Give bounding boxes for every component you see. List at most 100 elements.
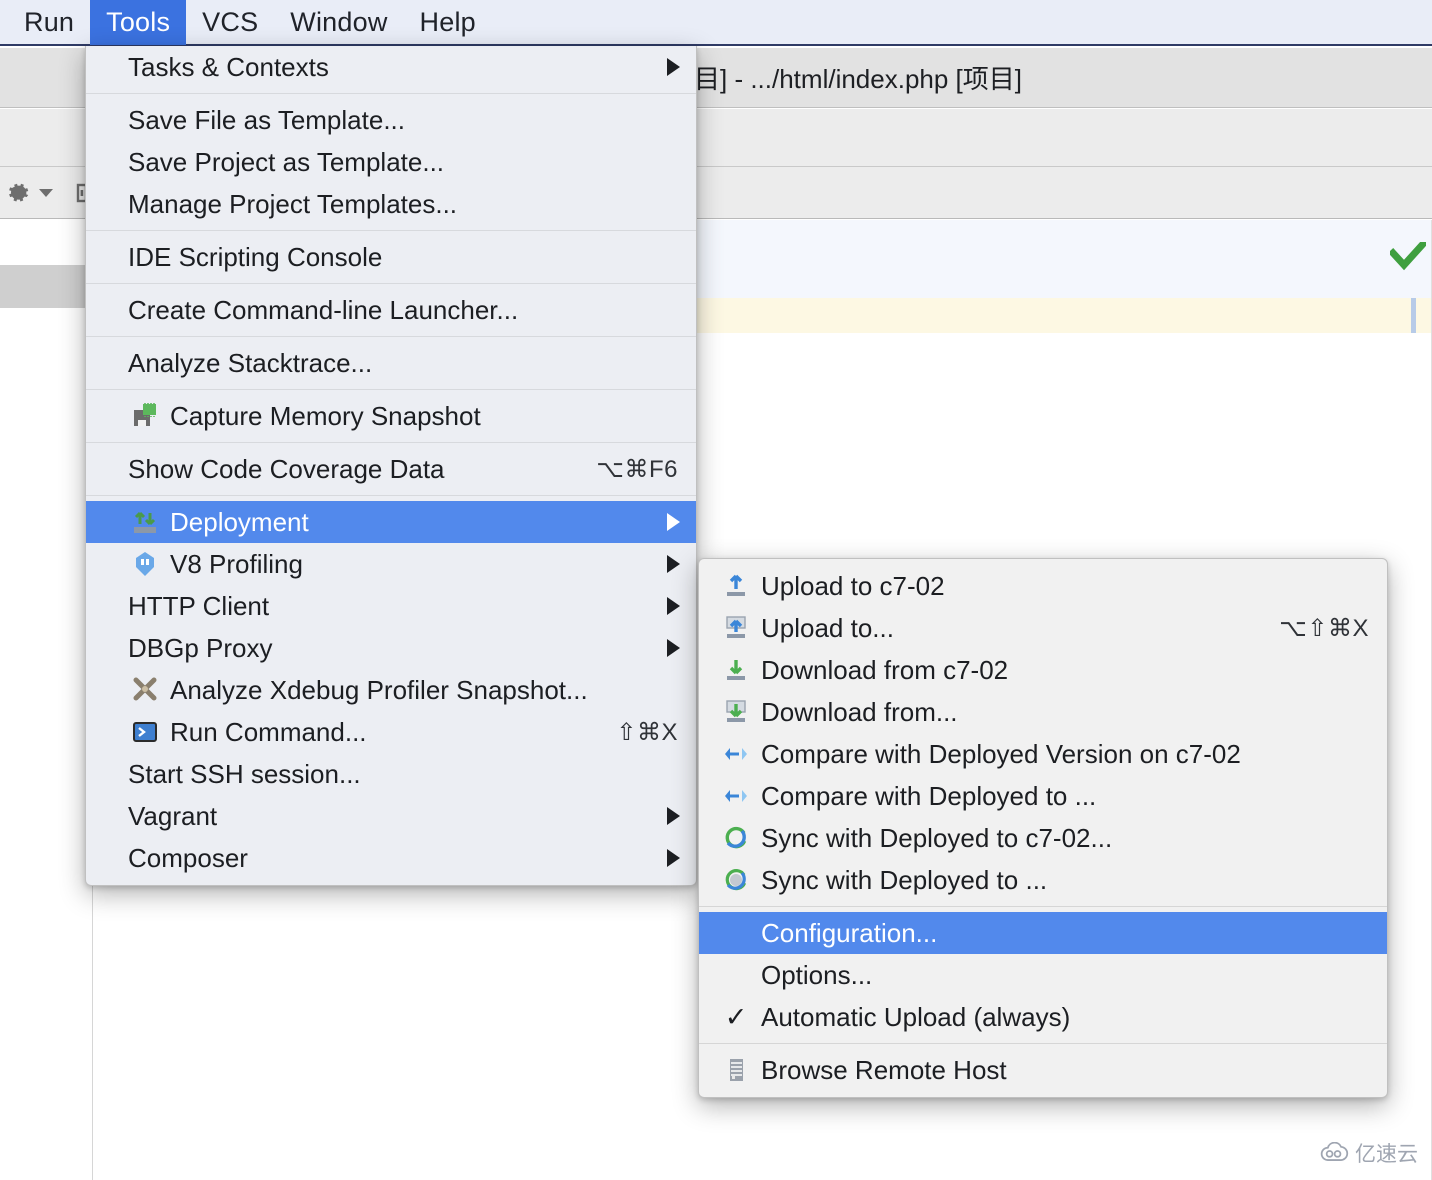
watermark: 亿速云 [1319, 1138, 1418, 1168]
menu-item-tasks-contexts[interactable]: Tasks & Contexts [86, 46, 696, 88]
menu-item-run-command[interactable]: Run Command... ⇧⌘X [86, 711, 696, 753]
menu-item-download-from-c7-02[interactable]: Download from c7-02 [699, 649, 1387, 691]
submenu-arrow-icon [667, 597, 680, 615]
icon-placeholder [719, 918, 753, 948]
menubar-item-vcs[interactable]: VCS [186, 0, 274, 45]
watermark-text: 亿速云 [1355, 1143, 1418, 1166]
menu-item-analyze-xdebug-profiler-snapshot[interactable]: Analyze Xdebug Profiler Snapshot... [86, 669, 696, 711]
menu-item-label: Deployment [170, 506, 309, 537]
compare-icon [719, 781, 753, 811]
menu-item-label: Save Project as Template... [128, 146, 445, 177]
menu-item-manage-project-templates[interactable]: Manage Project Templates... [86, 183, 696, 225]
menu-item-capture-memory-snapshot[interactable]: Capture Memory Snapshot [86, 395, 696, 437]
menu-item-save-file-as-template[interactable]: Save File as Template... [86, 99, 696, 141]
menu-item-automatic-upload-always[interactable]: ✓ Automatic Upload (always) [699, 996, 1387, 1038]
menu-item-label: Vagrant [128, 800, 218, 831]
upload-to-icon [719, 613, 753, 643]
compare-icon [719, 739, 753, 769]
menu-item-shortcut: ⌥⌘F6 [596, 455, 678, 483]
remote-host-icon [719, 1055, 753, 1085]
menubar-item-label: Window [290, 6, 388, 37]
gear-icon [9, 183, 29, 201]
submenu-arrow-icon [667, 639, 680, 657]
menu-item-save-project-as-template[interactable]: Save Project as Template... [86, 141, 696, 183]
gutter-selection-band [0, 265, 93, 308]
menu-item-v8-profiling[interactable]: V8 Profiling [86, 543, 696, 585]
sync-alt-icon [719, 865, 753, 895]
menubar-item-help[interactable]: Help [404, 0, 492, 45]
sync-icon [719, 823, 753, 853]
menu-separator [86, 283, 696, 284]
menu-item-download-from[interactable]: Download from... [699, 691, 1387, 733]
chevron-down-icon [39, 188, 53, 197]
tools-menu[interactable]: Tasks & Contexts Save File as Template...… [85, 46, 697, 886]
menu-item-label: Capture Memory Snapshot [170, 400, 481, 431]
menu-item-dbgp-proxy[interactable]: DBGp Proxy [86, 627, 696, 669]
menu-item-label: Browse Remote Host [761, 1054, 1007, 1085]
memory-snapshot-icon [128, 401, 162, 431]
menu-item-browse-remote-host[interactable]: Browse Remote Host [699, 1049, 1387, 1091]
terminal-icon [128, 717, 162, 747]
menu-separator [86, 389, 696, 390]
menu-item-deployment[interactable]: Deployment [86, 501, 696, 543]
menu-item-label: Composer [128, 842, 248, 873]
xdebug-icon [128, 675, 162, 705]
menu-item-label: HTTP Client [128, 590, 270, 621]
menu-item-label: Configuration... [761, 917, 938, 948]
download-icon [719, 655, 753, 685]
menu-item-upload-to-c7-02[interactable]: Upload to c7-02 [699, 565, 1387, 607]
menu-separator [699, 906, 1387, 907]
menu-item-ide-scripting-console[interactable]: IDE Scripting Console [86, 236, 696, 278]
menubar-item-tools[interactable]: Tools [90, 0, 187, 45]
menu-item-label: Upload to... [761, 612, 894, 643]
menu-item-sync-with-deployed-to[interactable]: Sync with Deployed to ... [699, 859, 1387, 901]
menu-item-label: Start SSH session... [128, 758, 361, 789]
menu-item-label: Manage Project Templates... [128, 188, 458, 219]
menu-item-compare-with-deployed-to[interactable]: Compare with Deployed to ... [699, 775, 1387, 817]
menu-item-create-command-line-launcher[interactable]: Create Command-line Launcher... [86, 289, 696, 331]
menu-item-label: Run Command... [170, 716, 367, 747]
green-check-icon [1388, 239, 1428, 271]
inspection-status-widget[interactable] [1388, 239, 1428, 277]
menu-separator [86, 442, 696, 443]
menu-item-options[interactable]: Options... [699, 954, 1387, 996]
menu-item-label: Create Command-line Launcher... [128, 294, 519, 325]
menu-item-label: Options... [761, 959, 873, 990]
menu-item-label: Analyze Stacktrace... [128, 347, 373, 378]
gear-button[interactable] [0, 167, 56, 219]
text-caret [1411, 298, 1416, 333]
checkmark-icon: ✓ [724, 1001, 748, 1032]
menu-separator [86, 230, 696, 231]
menu-item-label: Tasks & Contexts [128, 51, 329, 82]
menu-item-label: Download from c7-02 [761, 654, 1009, 685]
menu-item-show-code-coverage-data[interactable]: Show Code Coverage Data ⌥⌘F6 [86, 448, 696, 490]
menu-item-analyze-stacktrace[interactable]: Analyze Stacktrace... [86, 342, 696, 384]
menubar-item-label: VCS [202, 6, 259, 37]
menu-item-sync-with-deployed-to-c7-02[interactable]: Sync with Deployed to c7-02... [699, 817, 1387, 859]
submenu-arrow-icon [667, 513, 680, 531]
menubar-item-window[interactable]: Window [274, 0, 403, 45]
v8-profiling-icon [128, 549, 162, 579]
menu-item-label: Save File as Template... [128, 104, 405, 135]
deployment-submenu[interactable]: Upload to c7-02 Upload to... ⌥⇧⌘X Download … [698, 558, 1388, 1098]
menu-bar: Run Tools VCS Window Help [0, 0, 1432, 46]
menubar-item-run[interactable]: Run [8, 0, 90, 45]
menu-item-upload-to[interactable]: Upload to... ⌥⇧⌘X [699, 607, 1387, 649]
menu-item-configuration[interactable]: Configuration... [699, 912, 1387, 954]
menubar-item-label: Tools [106, 6, 171, 37]
menu-item-compare-with-deployed-version-on-c7-02[interactable]: Compare with Deployed Version on c7-02 [699, 733, 1387, 775]
menu-item-composer[interactable]: Composer [86, 837, 696, 879]
menu-item-label: Sync with Deployed to ... [761, 864, 1048, 895]
menubar-item-label: Run [24, 6, 75, 37]
menu-item-http-client[interactable]: HTTP Client [86, 585, 696, 627]
menu-separator [86, 336, 696, 337]
upload-icon [719, 571, 753, 601]
menu-item-label: Show Code Coverage Data [128, 453, 445, 484]
menu-item-label: Automatic Upload (always) [761, 1001, 1071, 1032]
menu-item-vagrant[interactable]: Vagrant [86, 795, 696, 837]
menu-item-start-ssh-session[interactable]: Start SSH session... [86, 753, 696, 795]
menu-item-label: Compare with Deployed Version on c7-02 [761, 738, 1241, 769]
cloud-logo-icon [1320, 1142, 1349, 1161]
menu-item-label: IDE Scripting Console [128, 241, 383, 272]
menu-item-shortcut: ⌥⇧⌘X [1279, 614, 1369, 642]
